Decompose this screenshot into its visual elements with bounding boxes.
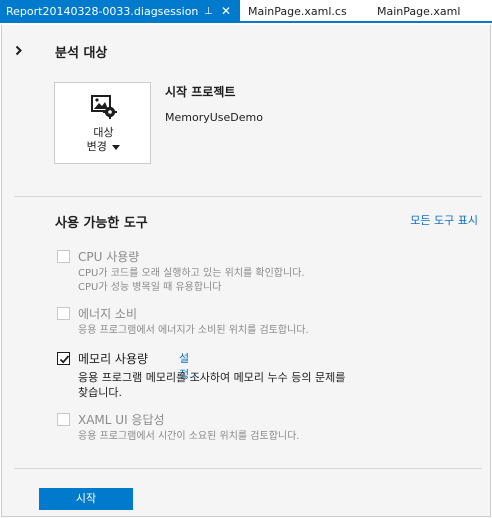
- startup-project-heading: 시작 프로젝트: [165, 85, 236, 99]
- tool-description: 응용 프로그램에서 에너지가 소비된 위치를 검토합니다.: [78, 325, 309, 336]
- available-tools-heading: 사용 가능한 도구: [55, 216, 148, 231]
- document-tab-strip: Report20140328-0033.diagsession ⊥ ✕ Main…: [0, 0, 492, 23]
- tab-label: MainPage.xaml: [377, 5, 461, 18]
- section-divider: [14, 196, 482, 197]
- tool-description: CPU가 성능 병목일 때 유용합니다: [78, 282, 222, 293]
- tab-mainpage-xaml[interactable]: MainPage.xaml: [377, 0, 460, 21]
- dropdown-caret-icon: [112, 144, 121, 150]
- energy-consumption-checkbox[interactable]: [57, 307, 70, 320]
- checkmark-icon: [59, 355, 70, 364]
- tool-description: CPU가 코드를 오래 실행하고 있는 위치를 확인합니다.: [78, 268, 305, 279]
- cpu-usage-checkbox[interactable]: [57, 250, 70, 263]
- pin-icon[interactable]: ⊥: [204, 0, 213, 23]
- picture-gear-icon: [91, 95, 117, 119]
- chevron-right-icon[interactable]: [15, 45, 23, 57]
- tool-name: XAML UI 응답성: [78, 413, 165, 427]
- memory-usage-checkbox[interactable]: [57, 352, 70, 365]
- close-icon[interactable]: ✕: [221, 0, 231, 23]
- change-target-label-row: 변경: [55, 140, 152, 154]
- tab-report-diagsession[interactable]: Report20140328-0033.diagsession ⊥ ✕: [0, 0, 240, 23]
- tab-label: Report20140328-0033.diagsession: [6, 5, 199, 18]
- xaml-ui-responsiveness-checkbox[interactable]: [57, 413, 70, 426]
- change-target-label-line2: 변경: [86, 140, 107, 153]
- tool-description: 찾습니다.: [78, 386, 122, 399]
- tab-mainpage-xaml-cs[interactable]: MainPage.xaml.cs: [248, 0, 347, 21]
- start-button[interactable]: 시작: [39, 488, 133, 510]
- change-target-label: 대상 변경: [55, 126, 152, 154]
- show-all-tools-link[interactable]: 모든 도구 표시: [410, 212, 478, 228]
- tool-description: 응용 프로그램에서 시간이 소요된 위치를 검토합니다.: [78, 431, 300, 442]
- analysis-target-heading: 분석 대상: [55, 46, 108, 61]
- tool-name: 에너지 소비: [78, 307, 138, 321]
- tool-name: CPU 사용량: [78, 250, 140, 264]
- tool-name: 메모리 사용량: [78, 352, 149, 366]
- tool-description: 응용 프로그램 메모리를 조사하여 메모리 누수 등의 문제를: [78, 371, 346, 384]
- change-target-label-line1: 대상: [93, 126, 114, 139]
- section-divider: [14, 468, 482, 469]
- tab-label: MainPage.xaml.cs: [248, 5, 347, 18]
- change-target-button[interactable]: 대상 변경: [54, 82, 151, 164]
- startup-project-name: MemoryUseDemo: [165, 111, 263, 124]
